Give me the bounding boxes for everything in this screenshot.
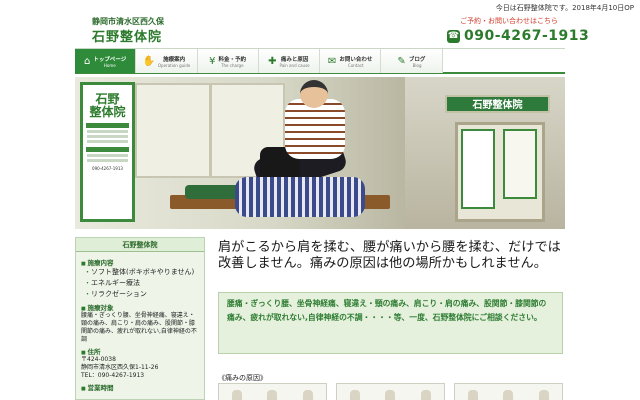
sidebar-text: 腰痛・ぎっくり腰、坐骨神経痛、寝違え・頸の痛み、肩こり・肩の痛み、股関節・膝関節… xyxy=(81,312,197,343)
sign-line xyxy=(87,135,128,138)
sign-phone: 090-4267-1913 xyxy=(92,166,123,171)
nav-sub: Operation guide xyxy=(157,62,191,68)
sidebar-heading: 施療内容 xyxy=(81,257,199,267)
cause-thumbnail[interactable] xyxy=(336,383,445,400)
home-icon: ⌂ xyxy=(84,55,91,67)
hero-image: 石野 整体院 090-4267-1913 石野整体院 xyxy=(75,77,565,229)
therapist-head xyxy=(300,80,328,108)
sign-bar xyxy=(86,147,129,152)
nav-sub: Pain and cause xyxy=(279,62,310,68)
nav-item-contact[interactable]: ✉ お問い合わせ Contact xyxy=(320,49,382,73)
header-phone[interactable]: ☎ 090-4267-1913 xyxy=(447,27,589,45)
nav-label: 料金・予約 xyxy=(218,56,247,63)
sign-bar xyxy=(86,123,129,128)
sign-line xyxy=(87,159,128,162)
nav-label: 施療案内 xyxy=(163,56,186,63)
nav-item-operation-guide[interactable]: ✋ 施療案内 Operation guide xyxy=(136,49,198,73)
bandage-icon: ✚ xyxy=(268,55,277,67)
nav-sub: Contact xyxy=(348,62,364,68)
nav-label: お問い合わせ xyxy=(339,56,373,63)
phone-icon: ☎ xyxy=(447,29,460,43)
hero-standing-sign: 石野 整体院 090-4267-1913 xyxy=(80,82,135,222)
shop-door-poster xyxy=(503,129,537,199)
pencil-icon: ✎ xyxy=(397,55,406,67)
sidebar-list-item: ソフト整体(ボキボキやりません) xyxy=(84,267,199,278)
cause-thumbnails xyxy=(218,383,563,400)
cause-heading: 《痛みの原因》 xyxy=(218,374,267,382)
sign-line xyxy=(87,130,128,133)
contact-label: ご予約・お問い合わせはこちら xyxy=(460,17,558,25)
sidebar-list-item: リラクゼーション xyxy=(84,289,199,300)
sidebar-heading: 営業時間 xyxy=(81,382,199,392)
sidebar-address: 〒424-0038 静岡市清水区西久保1-11-26 TEL：090-4267-… xyxy=(81,356,159,379)
main-headline: 肩がこるから肩を揉む、腰が痛いから腰を揉む、だけでは改善しません。痛みの原因は他… xyxy=(218,240,561,271)
nav-sub: The charge xyxy=(221,62,244,68)
nav-label: トップページ xyxy=(93,56,127,63)
yen-icon: ¥ xyxy=(209,55,216,67)
site-title[interactable]: 石野整体院 xyxy=(92,26,162,45)
cause-thumbnail[interactable] xyxy=(454,383,563,400)
shop-door-poster xyxy=(461,129,495,209)
notice-box: 腰痛・ぎっくり腰、坐骨神経痛、寝違え・頸の痛み、肩こり・肩の痛み、股関節・膝関節… xyxy=(218,292,563,354)
nav-sub: Blog xyxy=(412,62,422,68)
patient-shirt xyxy=(235,177,365,217)
sidebar-list-item: エネルギー療法 xyxy=(84,278,199,289)
therapist-body xyxy=(285,99,345,159)
nav-label: 痛みと原因 xyxy=(280,56,309,63)
sign-line xyxy=(87,140,128,143)
sign-title: 石野 整体院 xyxy=(89,92,126,119)
page: 静岡市清水区西久保 石野整体院 今日は石野整体院です。2018年4月10日OP … xyxy=(0,0,640,400)
sidebar-title: 石野整体院 xyxy=(76,238,204,252)
cause-thumbnail[interactable] xyxy=(218,383,327,400)
sidebar-heading: 住所 xyxy=(81,346,199,356)
sidebar-info: 石野整体院 施療内容 ソフト整体(ボキボキやりません) エネルギー療法 リラクゼ… xyxy=(75,237,205,400)
nav-sub: Home xyxy=(103,62,116,68)
global-nav: ⌂ トップページ Home ✋ 施療案内 Operation guide ¥ 料金・… xyxy=(75,48,565,74)
nav-item-pain-cause[interactable]: ✚ 痛みと原因 Pain and cause xyxy=(258,49,320,73)
open-notice: 今日は石野整体院です。2018年4月10日OP xyxy=(495,4,634,12)
sidebar-heading: 施療対象 xyxy=(81,302,199,312)
nav-label: ブログ xyxy=(408,56,426,63)
phone-number[interactable]: 090-4267-1913 xyxy=(464,28,589,44)
nav-item-blog[interactable]: ✎ ブログ Blog xyxy=(381,49,443,73)
mail-icon: ✉ xyxy=(327,55,337,67)
notice-text: 腰痛・ぎっくり腰、坐骨神経痛、寝違え・頸の痛み、肩こり・肩の痛み、股関節・膝関節… xyxy=(227,299,547,322)
nav-item-charge[interactable]: ¥ 料金・予約 The charge xyxy=(197,49,259,73)
shop-sign: 石野整体院 xyxy=(445,95,550,113)
site-header: 静岡市清水区西久保 石野整体院 今日は石野整体院です。2018年4月10日OP … xyxy=(0,0,640,48)
sign-line xyxy=(87,154,128,157)
nav-item-home[interactable]: ⌂ トップページ Home xyxy=(75,49,137,73)
hand-icon: ✋ xyxy=(142,55,155,67)
